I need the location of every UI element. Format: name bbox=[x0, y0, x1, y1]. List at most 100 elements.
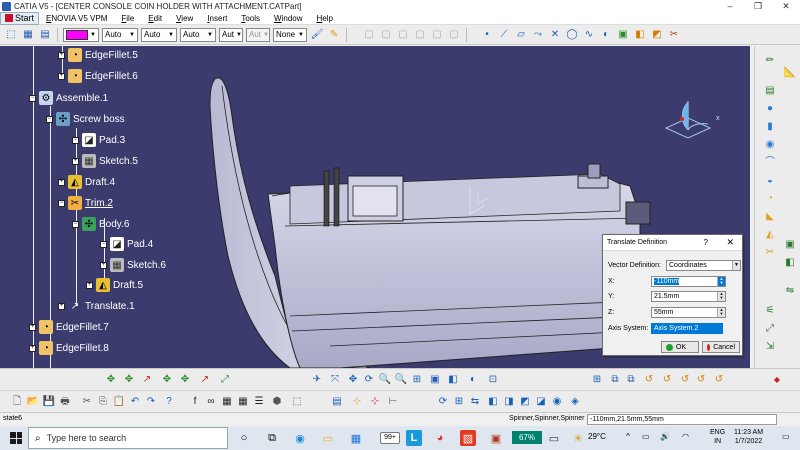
stiffener-icon[interactable]: ↺ bbox=[678, 373, 692, 387]
fit-all-icon[interactable]: ⤧ bbox=[328, 373, 342, 387]
pad-tool-icon[interactable]: ▤ bbox=[763, 84, 777, 98]
formula-icon[interactable]: f bbox=[188, 395, 202, 409]
volume-icon[interactable]: 🔊 bbox=[660, 432, 670, 441]
thickness-icon[interactable]: ◧ bbox=[783, 256, 797, 270]
hide-show-icon[interactable]: ◐ bbox=[466, 373, 480, 387]
chrome-icon[interactable]: ◕ bbox=[432, 430, 448, 446]
expand-icon[interactable]: + bbox=[72, 157, 79, 165]
tree-node-translate-1[interactable]: + ↗ Translate.1 bbox=[58, 298, 135, 314]
menu-edit[interactable]: Edit bbox=[141, 12, 169, 25]
shell-icon[interactable]: ▣ bbox=[783, 238, 797, 252]
collapse-icon[interactable]: − bbox=[58, 199, 65, 207]
edge-browser-icon[interactable]: ◉ bbox=[292, 430, 308, 446]
spline-icon[interactable]: ∿ bbox=[582, 28, 596, 42]
fillet-tool-icon[interactable]: ◔ bbox=[763, 192, 777, 206]
design-table-icon[interactable]: ▦ bbox=[220, 395, 234, 409]
expand-icon[interactable]: + bbox=[86, 281, 93, 289]
print-icon[interactable]: 🖶 bbox=[58, 395, 72, 409]
store-icon[interactable]: ▦ bbox=[348, 430, 364, 446]
undo-icon[interactable]: ↶ bbox=[128, 395, 142, 409]
multi-view-icon[interactable]: ⊞ bbox=[590, 373, 604, 387]
translate-tool-icon[interactable]: ↗ bbox=[140, 373, 154, 387]
wifi-icon[interactable]: ◠ bbox=[682, 432, 689, 441]
grid-view-icon[interactable]: ⊞ bbox=[452, 395, 466, 409]
expand-icon[interactable]: + bbox=[58, 72, 65, 80]
line-icon[interactable]: ⟋ bbox=[497, 28, 511, 42]
zoom-in-icon[interactable]: 🔍 bbox=[378, 373, 392, 387]
intersect-icon[interactable]: ✕ bbox=[548, 28, 562, 42]
layer-select[interactable]: None ▼ bbox=[273, 27, 307, 42]
table-icon[interactable]: ▦ bbox=[236, 395, 250, 409]
groove-icon[interactable]: ◒ bbox=[763, 174, 777, 188]
point-type-select[interactable]: Aut ▼ bbox=[219, 27, 243, 42]
task-view-icon[interactable]: ⧉ bbox=[264, 430, 280, 446]
publish-icon[interactable]: ⬚ bbox=[290, 395, 304, 409]
cortana-icon[interactable]: ○ bbox=[236, 430, 252, 446]
point-icon[interactable]: • bbox=[480, 28, 494, 42]
pattern-icon[interactable]: ⚟ bbox=[763, 304, 777, 318]
paste-file-icon[interactable]: 📋 bbox=[112, 395, 126, 409]
collapse-icon[interactable]: − bbox=[72, 136, 79, 144]
rib-icon[interactable]: ⌒ bbox=[763, 156, 777, 170]
properties-icon[interactable]: ✎ bbox=[327, 28, 341, 42]
paste-special-icon[interactable]: ▢ bbox=[430, 28, 444, 42]
new-icon[interactable]: ▢ bbox=[362, 28, 376, 42]
constraint-icon[interactable]: ⊢ bbox=[386, 395, 400, 409]
copy-file-icon[interactable]: ⎘ bbox=[96, 395, 110, 409]
menu-help[interactable]: Help bbox=[310, 12, 340, 25]
pan-icon[interactable]: ✥ bbox=[346, 373, 360, 387]
file-explorer-icon[interactable]: ▭ bbox=[320, 430, 336, 446]
fly-icon[interactable]: ✈ bbox=[310, 373, 324, 387]
swap-space-icon[interactable]: ⊡ bbox=[486, 373, 500, 387]
menu-file[interactable]: File bbox=[114, 12, 141, 25]
cut-icon[interactable]: ✂ bbox=[80, 395, 94, 409]
collapse-icon[interactable]: − bbox=[72, 220, 79, 228]
cylinder-icon[interactable]: ▮ bbox=[763, 120, 777, 134]
knowledge-icon[interactable]: ▢ bbox=[447, 28, 461, 42]
tree-node-body-6[interactable]: − ✣ Body.6 bbox=[72, 216, 129, 232]
group-select-icon[interactable]: ▦ bbox=[21, 28, 35, 42]
battery-icon[interactable]: ▭ bbox=[546, 430, 562, 446]
whats-this-icon[interactable]: ? bbox=[162, 395, 176, 409]
catalog-browser-icon[interactable]: ☰ bbox=[252, 395, 266, 409]
chamfer-icon[interactable]: ◣ bbox=[763, 210, 777, 224]
swap-icon[interactable]: ⇆ bbox=[468, 395, 482, 409]
iso-view-icon[interactable]: ▣ bbox=[428, 373, 442, 387]
layers-icon[interactable]: ◈ bbox=[568, 395, 582, 409]
save-icon[interactable]: 💾 bbox=[42, 395, 56, 409]
view-rotate-icon[interactable]: ⟳ bbox=[436, 395, 450, 409]
expand-icon[interactable]: + bbox=[29, 323, 36, 331]
ok-button[interactable]: OK bbox=[661, 341, 699, 353]
command-input[interactable]: -110mm,21.5mm,55mm bbox=[587, 414, 777, 425]
tree-node-edgefillet-5[interactable]: + ◔ EdgeFillet.5 bbox=[58, 47, 138, 63]
expand-icon[interactable]: + bbox=[29, 344, 36, 352]
mirror-icon[interactable]: ⇋ bbox=[783, 284, 797, 298]
menu-tools[interactable]: Tools bbox=[234, 12, 267, 25]
catalog-icon[interactable]: ▢ bbox=[379, 28, 393, 42]
expand-icon[interactable]: + bbox=[58, 302, 65, 310]
temperature-label[interactable]: 29°C bbox=[588, 432, 606, 441]
language-indicator[interactable]: ENG IN bbox=[710, 428, 725, 446]
project-icon[interactable]: ⤳ bbox=[531, 28, 545, 42]
loft-icon[interactable]: ↺ bbox=[694, 373, 708, 387]
image-viewer-icon[interactable]: ▣ bbox=[488, 430, 504, 446]
tree-node-edgefillet-7[interactable]: + ◔ EdgeFillet.7 bbox=[29, 319, 109, 335]
dimension-icon[interactable]: ⊹ bbox=[368, 395, 382, 409]
minimize-button[interactable]: – bbox=[716, 0, 744, 12]
expand-icon[interactable]: + bbox=[58, 51, 65, 59]
tree-node-pad-4[interactable]: − ◪ Pad.4 bbox=[100, 236, 153, 252]
collapse-icon[interactable]: − bbox=[100, 240, 107, 248]
sketch-tool-icon[interactable]: ✏ bbox=[763, 54, 777, 68]
tree-node-edgefillet-8[interactable]: + ◔ EdgeFillet.8 bbox=[29, 340, 109, 356]
cancel-button[interactable]: Cancel bbox=[702, 341, 740, 353]
vector-definition-select[interactable]: Coordinates ▼ bbox=[666, 260, 741, 271]
notification-icon[interactable]: ▭ bbox=[782, 432, 790, 441]
open-file-icon[interactable]: 📂 bbox=[26, 395, 40, 409]
z-input[interactable]: 55mm ▲ ▼ bbox=[651, 307, 726, 318]
tree-node-draft-5[interactable]: + ◭ Draft.5 bbox=[86, 277, 143, 293]
network-icon[interactable]: ▭ bbox=[642, 432, 650, 441]
battery-percent[interactable]: 67% bbox=[512, 431, 542, 444]
tree-node-screw-boss[interactable]: − ✣ Screw boss bbox=[46, 111, 125, 127]
collapse-icon[interactable]: − bbox=[46, 115, 53, 123]
menu-window[interactable]: Window bbox=[267, 12, 309, 25]
